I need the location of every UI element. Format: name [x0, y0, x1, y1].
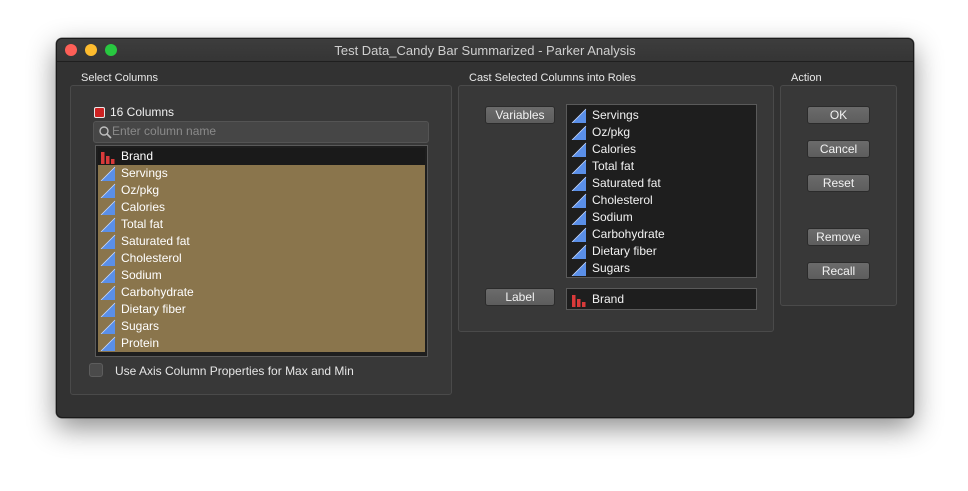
list-item[interactable]: Calories	[569, 141, 754, 158]
continuous-triangle-icon	[100, 319, 116, 334]
list-item-label: Carbohydrate	[121, 285, 194, 299]
continuous-triangle-icon	[571, 176, 587, 191]
continuous-triangle-icon	[571, 261, 587, 276]
list-item-label: Total fat	[592, 159, 635, 173]
list-item-label: Sodium	[592, 210, 633, 224]
recall-button[interactable]: Recall	[807, 262, 870, 280]
list-item-label: Cholesterol	[592, 193, 653, 207]
list-item[interactable]: Brand	[98, 148, 425, 165]
axis-properties-label: Use Axis Column Properties for Max and M…	[115, 364, 354, 378]
nominal-bar-icon	[572, 295, 586, 307]
list-item[interactable]: Servings	[569, 107, 754, 124]
cast-roles-heading: Cast Selected Columns into Roles	[469, 72, 636, 84]
variables-role-list[interactable]: Servings Oz/pkg Calories Total fat Saturated…	[566, 104, 757, 278]
list-item-label: Carbohydrate	[592, 227, 665, 241]
list-item-label: Protein	[121, 336, 160, 350]
column-count-label: 16 Columns	[110, 105, 175, 119]
column-list[interactable]: Brand Servings Oz/pkg Calories Total fat Satu…	[95, 145, 428, 357]
list-item[interactable]: Protein	[98, 335, 425, 352]
list-item-label: Sugars	[121, 319, 160, 333]
title-bar: Test Data_Candy Bar Summarized - Parker …	[57, 39, 913, 62]
variables-button[interactable]: Variables	[485, 106, 555, 124]
column-filter-icon[interactable]	[94, 107, 105, 118]
window-title: Test Data_Candy Bar Summarized - Parker …	[334, 43, 636, 58]
continuous-triangle-icon	[100, 251, 116, 266]
list-item[interactable]: Oz/pkg	[569, 124, 754, 141]
column-search[interactable]	[93, 121, 429, 143]
select-columns-heading: Select Columns	[81, 72, 159, 84]
list-item-label: Oz/pkg	[592, 125, 631, 139]
list-item[interactable]: Brand	[569, 291, 754, 308]
list-item-label: Cholesterol	[121, 251, 182, 265]
list-item-label: Saturated fat	[592, 176, 661, 190]
continuous-triangle-icon	[100, 268, 116, 283]
list-item[interactable]: Carbohydrate	[98, 284, 425, 301]
list-item[interactable]: Sodium	[98, 267, 425, 284]
reset-button[interactable]: Reset	[807, 174, 870, 192]
search-input[interactable]	[112, 123, 412, 139]
ok-button[interactable]: OK	[807, 106, 870, 124]
list-item-label: Brand	[121, 149, 154, 163]
list-item-label: Total fat	[121, 217, 164, 231]
continuous-triangle-icon	[571, 227, 587, 242]
remove-button[interactable]: Remove	[807, 228, 870, 246]
list-item[interactable]: Sugars	[98, 318, 425, 335]
list-item[interactable]: Dietary fiber	[98, 301, 425, 318]
continuous-triangle-icon	[571, 210, 587, 225]
continuous-triangle-icon	[100, 200, 116, 215]
nominal-bar-icon	[101, 152, 115, 164]
list-item-label: Dietary fiber	[121, 302, 186, 316]
list-item-label: Sugars	[592, 261, 631, 275]
list-item[interactable]: Servings	[98, 165, 425, 182]
continuous-triangle-icon	[100, 285, 116, 300]
action-heading: Action	[791, 72, 822, 84]
list-item[interactable]: Cholesterol	[569, 192, 754, 209]
list-item[interactable]: Oz/pkg	[98, 182, 425, 199]
list-item[interactable]: Carbohydrate	[569, 226, 754, 243]
continuous-triangle-icon	[100, 217, 116, 232]
list-item-label: Oz/pkg	[121, 183, 160, 197]
continuous-triangle-icon	[100, 336, 116, 351]
label-role-list[interactable]: Brand	[566, 288, 757, 310]
list-item-label: Calories	[592, 142, 637, 156]
list-item[interactable]: Saturated fat	[98, 233, 425, 250]
label-button[interactable]: Label	[485, 288, 555, 306]
continuous-triangle-icon	[100, 183, 116, 198]
continuous-triangle-icon	[100, 166, 116, 181]
list-item-label: Brand	[592, 292, 625, 306]
continuous-triangle-icon	[571, 193, 587, 208]
list-item[interactable]: Dietary fiber	[569, 243, 754, 260]
continuous-triangle-icon	[100, 302, 116, 317]
list-item-label: Servings	[592, 108, 639, 122]
list-item-label: Servings	[121, 166, 168, 180]
list-item[interactable]: Calories	[98, 199, 425, 216]
list-item[interactable]: Total fat	[98, 216, 425, 233]
axis-properties-checkbox[interactable]	[89, 363, 103, 377]
continuous-triangle-icon	[571, 125, 587, 140]
continuous-triangle-icon	[571, 108, 587, 123]
list-item[interactable]: Cholesterol	[98, 250, 425, 267]
continuous-triangle-icon	[571, 244, 587, 259]
cancel-button[interactable]: Cancel	[807, 140, 870, 158]
list-item-label: Dietary fiber	[592, 244, 657, 258]
list-item[interactable]: Sodium	[569, 209, 754, 226]
list-item[interactable]: Saturated fat	[569, 175, 754, 192]
continuous-triangle-icon	[100, 234, 116, 249]
list-item[interactable]: Total fat	[569, 158, 754, 175]
continuous-triangle-icon	[571, 142, 587, 157]
launch-dialog-window: Test Data_Candy Bar Summarized - Parker …	[56, 38, 914, 418]
list-item-label: Sodium	[121, 268, 162, 282]
list-item[interactable]: Sugars	[569, 260, 754, 277]
list-item-label: Calories	[121, 200, 166, 214]
continuous-triangle-icon	[571, 159, 587, 174]
search-icon	[99, 126, 112, 139]
list-item-label: Saturated fat	[121, 234, 190, 248]
